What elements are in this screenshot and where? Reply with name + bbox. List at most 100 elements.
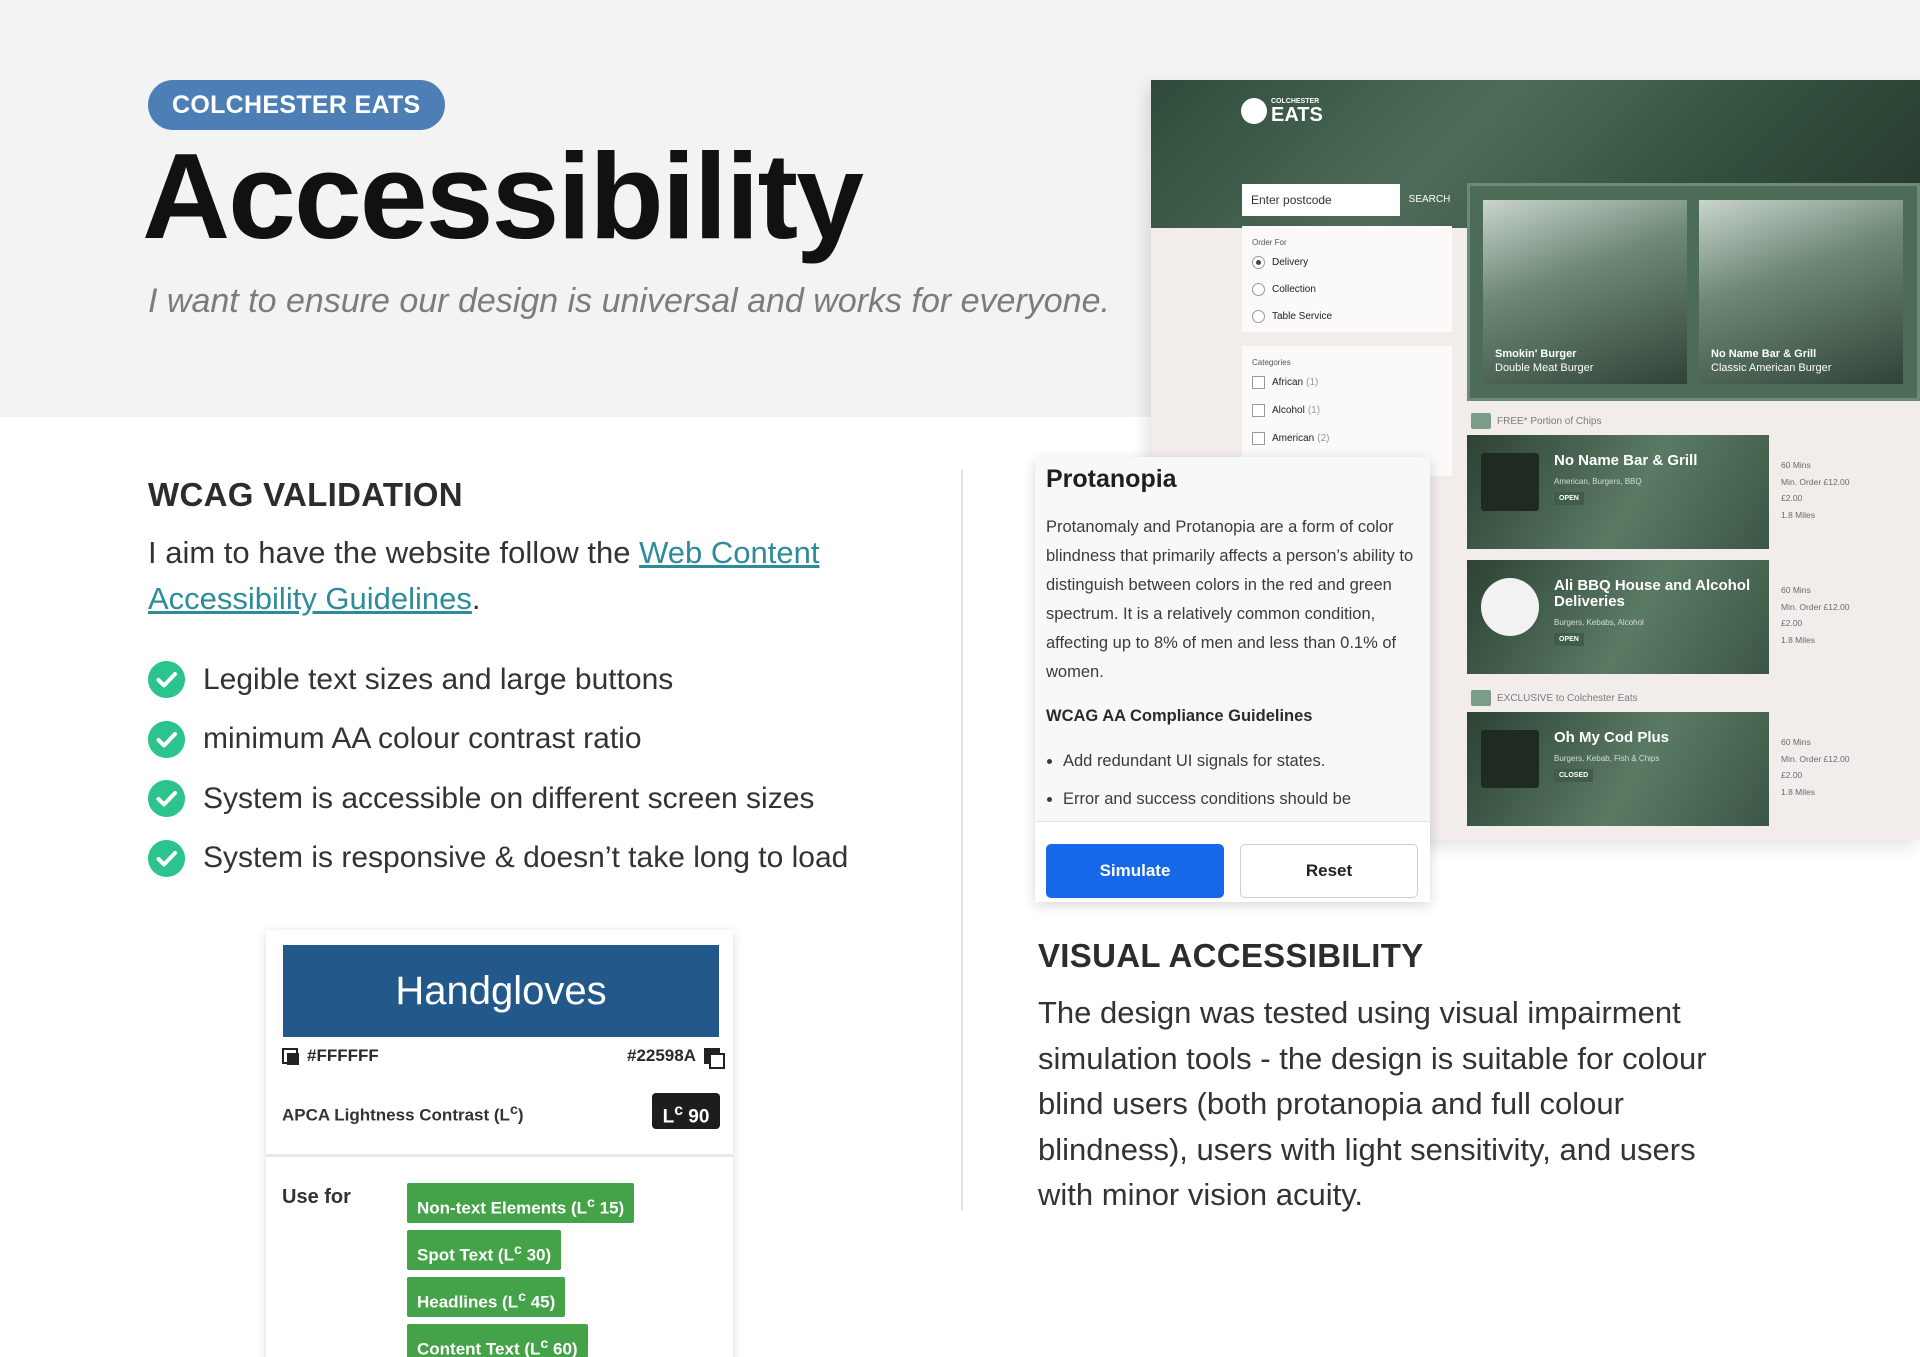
- panel-description: Protanomaly and Protanopia are a form of…: [1046, 518, 1414, 681]
- category-african[interactable]: African (1): [1252, 376, 1318, 389]
- featured-dish: Classic American Burger: [1711, 362, 1832, 374]
- check-circle-icon: [148, 661, 185, 699]
- search-button[interactable]: SEARCH: [1402, 184, 1457, 216]
- restaurant-tags: Burgers, Kebabs, Alcohol: [1554, 618, 1644, 627]
- radio-icon: [1252, 310, 1265, 323]
- list-item-label: System is responsive & doesn’t take long…: [203, 841, 849, 875]
- list-item-label: System is accessible on different screen…: [203, 781, 815, 815]
- status-badge: CLOSED: [1554, 769, 1594, 782]
- page-title: Accessibility: [142, 128, 864, 264]
- promo-text: FREE* Portion of Chips: [1497, 415, 1602, 427]
- category-count: (2): [1317, 433, 1330, 444]
- apca-label-end: ): [517, 1105, 524, 1125]
- restaurant-logo: [1481, 730, 1539, 788]
- filter-title: Categories: [1252, 358, 1291, 367]
- order-option-table-service[interactable]: Table Service: [1252, 310, 1332, 323]
- list-item: Add redundant UI signals for states.: [1063, 751, 1413, 789]
- list-item: minimum AA colour contrast ratio: [148, 710, 848, 770]
- delivery-fee: £2.00: [1781, 493, 1803, 503]
- order-for-filter: Order For Delivery Collection Table Serv…: [1242, 226, 1452, 332]
- check-circle-icon: [148, 720, 185, 758]
- check-circle-icon: [148, 839, 185, 877]
- contrast-sample: Handgloves: [283, 945, 719, 1037]
- background-color[interactable]: #22598A: [626, 1046, 725, 1069]
- use-chip: Content Text (Lc 60): [407, 1324, 588, 1357]
- restaurant-tags: Burgers, Kebab, Fish & Chips: [1554, 754, 1660, 763]
- use-chip-value: 15): [599, 1198, 625, 1218]
- category-alcohol[interactable]: Alcohol (1): [1252, 404, 1320, 417]
- foreground-hex: #FFFFFF: [307, 1046, 379, 1065]
- distance: 1.8 Miles: [1781, 634, 1816, 645]
- featured-dish: Double Meat Burger: [1495, 362, 1594, 374]
- distance: 1.8 Miles: [1781, 509, 1816, 520]
- restaurant-meta: 60 Mins Min. Order £12.00 £2.00 1.8 Mile…: [1781, 582, 1850, 648]
- filter-title: Order For: [1252, 238, 1287, 247]
- featured-card[interactable]: No Name Bar & Grill Classic American Bur…: [1699, 200, 1903, 384]
- simulate-button[interactable]: Simulate: [1046, 844, 1224, 898]
- list-item: Legible text sizes and large buttons: [148, 650, 848, 710]
- min-order: Min. Order £12.00: [1781, 476, 1850, 487]
- visual-accessibility-heading: VISUAL ACCESSIBILITY: [1038, 937, 1424, 974]
- option-label: Table Service: [1272, 311, 1333, 322]
- check-circle-icon: [148, 780, 185, 818]
- featured-restaurant: No Name Bar & Grill: [1711, 348, 1817, 360]
- promo-strip-free: FREE* Portion of Chips: [1471, 413, 1602, 429]
- featured-restaurant: Smokin' Burger: [1495, 348, 1577, 360]
- foreground-color[interactable]: #FFFFFF: [282, 1046, 379, 1066]
- use-chip: Spot Text (Lc 30): [407, 1230, 562, 1270]
- delivery-fee: £2.00: [1781, 770, 1803, 780]
- option-label: Delivery: [1272, 257, 1309, 268]
- background-hex: #22598A: [626, 1046, 696, 1065]
- reset-button[interactable]: Reset: [1240, 844, 1418, 898]
- apca-label: APCA Lightness Contrast (Lc): [282, 1102, 523, 1126]
- category-count: (1): [1307, 405, 1321, 416]
- checkbox-icon: [1252, 404, 1265, 417]
- restaurant-meta: 60 Mins Min. Order £12.00 £2.00 1.8 Mile…: [1781, 457, 1850, 523]
- use-chip: Headlines (Lc 45): [407, 1277, 566, 1317]
- wcag-checklist: Legible text sizes and large buttons min…: [148, 650, 848, 888]
- restaurant-card[interactable]: No Name Bar & Grill American, Burgers, B…: [1467, 435, 1769, 549]
- category-count: (1): [1306, 377, 1319, 388]
- delivery-fee: £2.00: [1781, 618, 1803, 628]
- apca-contrast-card: Handgloves #FFFFFF #22598A APCA Lightnes…: [266, 930, 733, 1357]
- wcag-heading: WCAG VALIDATION: [148, 476, 463, 513]
- list-item-label: minimum AA colour contrast ratio: [203, 722, 642, 756]
- category-american[interactable]: American (2): [1252, 432, 1329, 445]
- category-label: American: [1272, 433, 1315, 444]
- shopping-bag-icon: [1471, 690, 1491, 706]
- star-icon: [1471, 413, 1491, 429]
- restaurant-card[interactable]: Ali BBQ House and Alcohol Deliveries Bur…: [1467, 560, 1769, 674]
- use-chip-sup: c: [513, 1242, 522, 1258]
- score-prefix: L: [662, 1106, 675, 1128]
- min-order: Min. Order £12.00: [1781, 753, 1850, 764]
- distance: 1.8 Miles: [1781, 786, 1816, 797]
- option-label: Collection: [1272, 284, 1316, 295]
- use-chip-value: 45): [530, 1292, 556, 1312]
- use-chip: Non-text Elements (Lc 15): [407, 1183, 635, 1223]
- logo-big-text: EATS: [1271, 104, 1323, 126]
- use-chip-name: Non-text Elements (L: [417, 1198, 588, 1218]
- restaurant-tags: American, Burgers, BBQ: [1554, 477, 1642, 486]
- category-label: Alcohol: [1272, 405, 1305, 416]
- use-chip-name: Spot Text (L: [417, 1245, 514, 1265]
- visual-accessibility-body: The design was tested using visual impai…: [1038, 995, 1707, 1212]
- protanopia-panel: Protanopia Protanomaly and Protanopia ar…: [1035, 457, 1430, 902]
- status-badge: OPEN: [1554, 633, 1584, 646]
- list-item: System is accessible on different screen…: [148, 769, 848, 829]
- promo-strip-exclusive: EXCLUSIVE to Colchester Eats: [1471, 690, 1638, 706]
- featured-card[interactable]: Smokin' Burger Double Meat Burger: [1483, 200, 1687, 384]
- restaurant-name: Oh My Cod Plus: [1554, 729, 1670, 746]
- checkbox-icon: [1252, 432, 1265, 445]
- wcag-intro: I aim to have the website follow the Web…: [148, 530, 908, 622]
- postcode-input[interactable]: Enter postcode: [1242, 184, 1400, 216]
- panel-title: Protanopia: [1046, 465, 1177, 493]
- order-option-delivery[interactable]: Delivery: [1252, 256, 1308, 269]
- swap-color-icon: [704, 1047, 725, 1069]
- order-option-collection[interactable]: Collection: [1252, 283, 1316, 296]
- apca-label-sup: c: [509, 1102, 518, 1118]
- restaurant-card[interactable]: Oh My Cod Plus Burgers, Kebab, Fish & Ch…: [1467, 712, 1769, 826]
- score-sup: c: [674, 1102, 683, 1119]
- list-item-label: Legible text sizes and large buttons: [203, 662, 674, 696]
- site-logo[interactable]: COLCHESTER EATS: [1241, 98, 1323, 126]
- use-chip-name: Headlines (L: [417, 1292, 519, 1312]
